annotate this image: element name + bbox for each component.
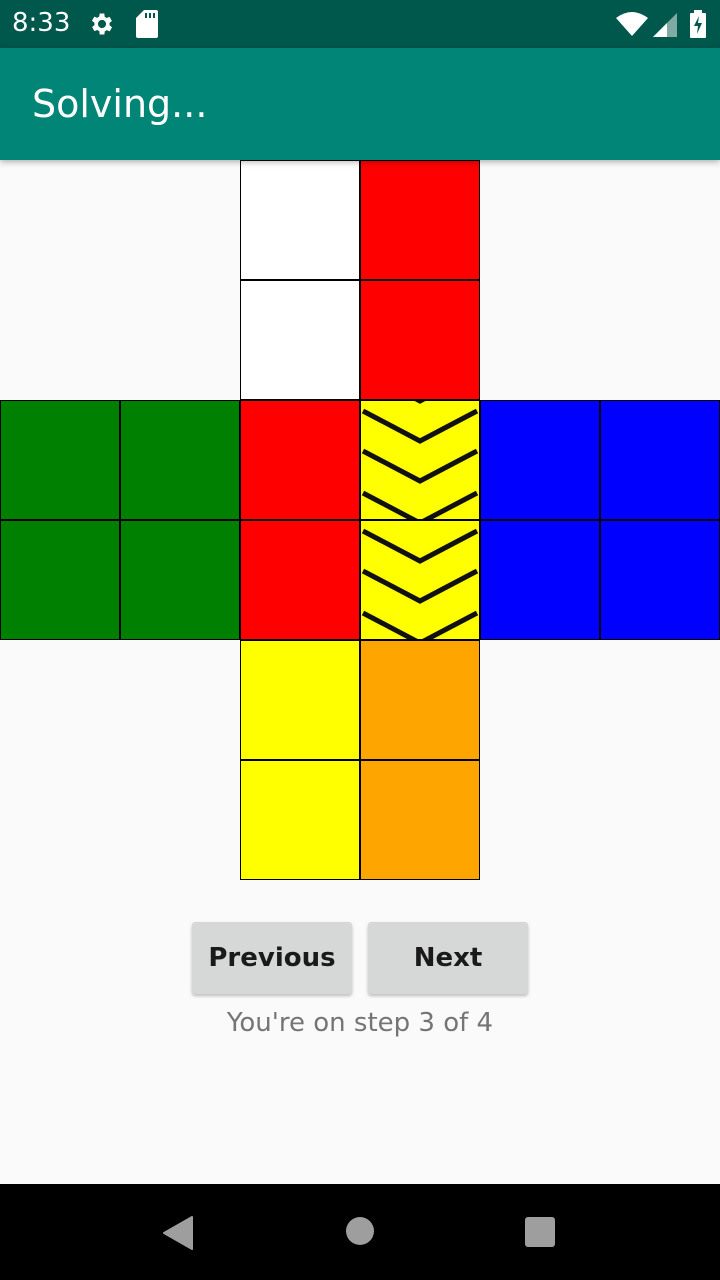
step-indicator: You're on step 3 of 4 [226, 1008, 494, 1038]
cube-cell-right-0-1 [600, 400, 720, 520]
cube-cell-front-0-0 [240, 400, 360, 520]
signal-icon [653, 13, 677, 42]
navigation-bar [0, 1184, 720, 1280]
cube-cell-right-1-1 [600, 520, 720, 640]
previous-button[interactable]: Previous [192, 922, 352, 994]
cube-cell-bottom-1-1 [360, 760, 480, 880]
cube-cell-top-1-0 [240, 280, 360, 400]
cube-cell-right-0-0 [480, 400, 600, 520]
cube-cell-left-1-0 [0, 520, 120, 640]
home-icon[interactable] [346, 1217, 374, 1250]
status-bar: 8:33 [0, 0, 720, 48]
status-time: 8:33 [12, 8, 71, 38]
cube-cell-front-1-1 [360, 520, 480, 640]
cube-cell-bottom-0-1 [360, 640, 480, 760]
cube-cell-top-1-1 [360, 280, 480, 400]
cube-cell-left-1-1 [120, 520, 240, 640]
cube-cell-right-1-0 [480, 520, 600, 640]
app-title: Solving... [32, 82, 208, 126]
app-bar: Solving... [0, 48, 720, 160]
cube-cell-left-0-1 [120, 400, 240, 520]
cube-net [0, 160, 720, 880]
move-arrow-down-icon [361, 528, 479, 639]
sd-card-icon [136, 10, 158, 43]
cube-cell-bottom-0-0 [240, 640, 360, 760]
cube-cell-top-0-1 [360, 160, 480, 280]
cube-cell-top-0-0 [240, 160, 360, 280]
gear-icon [88, 10, 116, 43]
cube-cell-front-0-1 [360, 400, 480, 520]
cube-cell-bottom-1-0 [240, 760, 360, 880]
cube-cell-front-1-0 [240, 520, 360, 640]
next-button[interactable]: Next [368, 922, 528, 994]
battery-charging-icon [690, 10, 706, 43]
wifi-icon [616, 12, 648, 41]
move-arrow-down-icon [361, 401, 479, 519]
cube-cell-left-0-0 [0, 400, 120, 520]
back-icon[interactable] [162, 1216, 194, 1255]
recents-icon[interactable] [525, 1217, 555, 1252]
